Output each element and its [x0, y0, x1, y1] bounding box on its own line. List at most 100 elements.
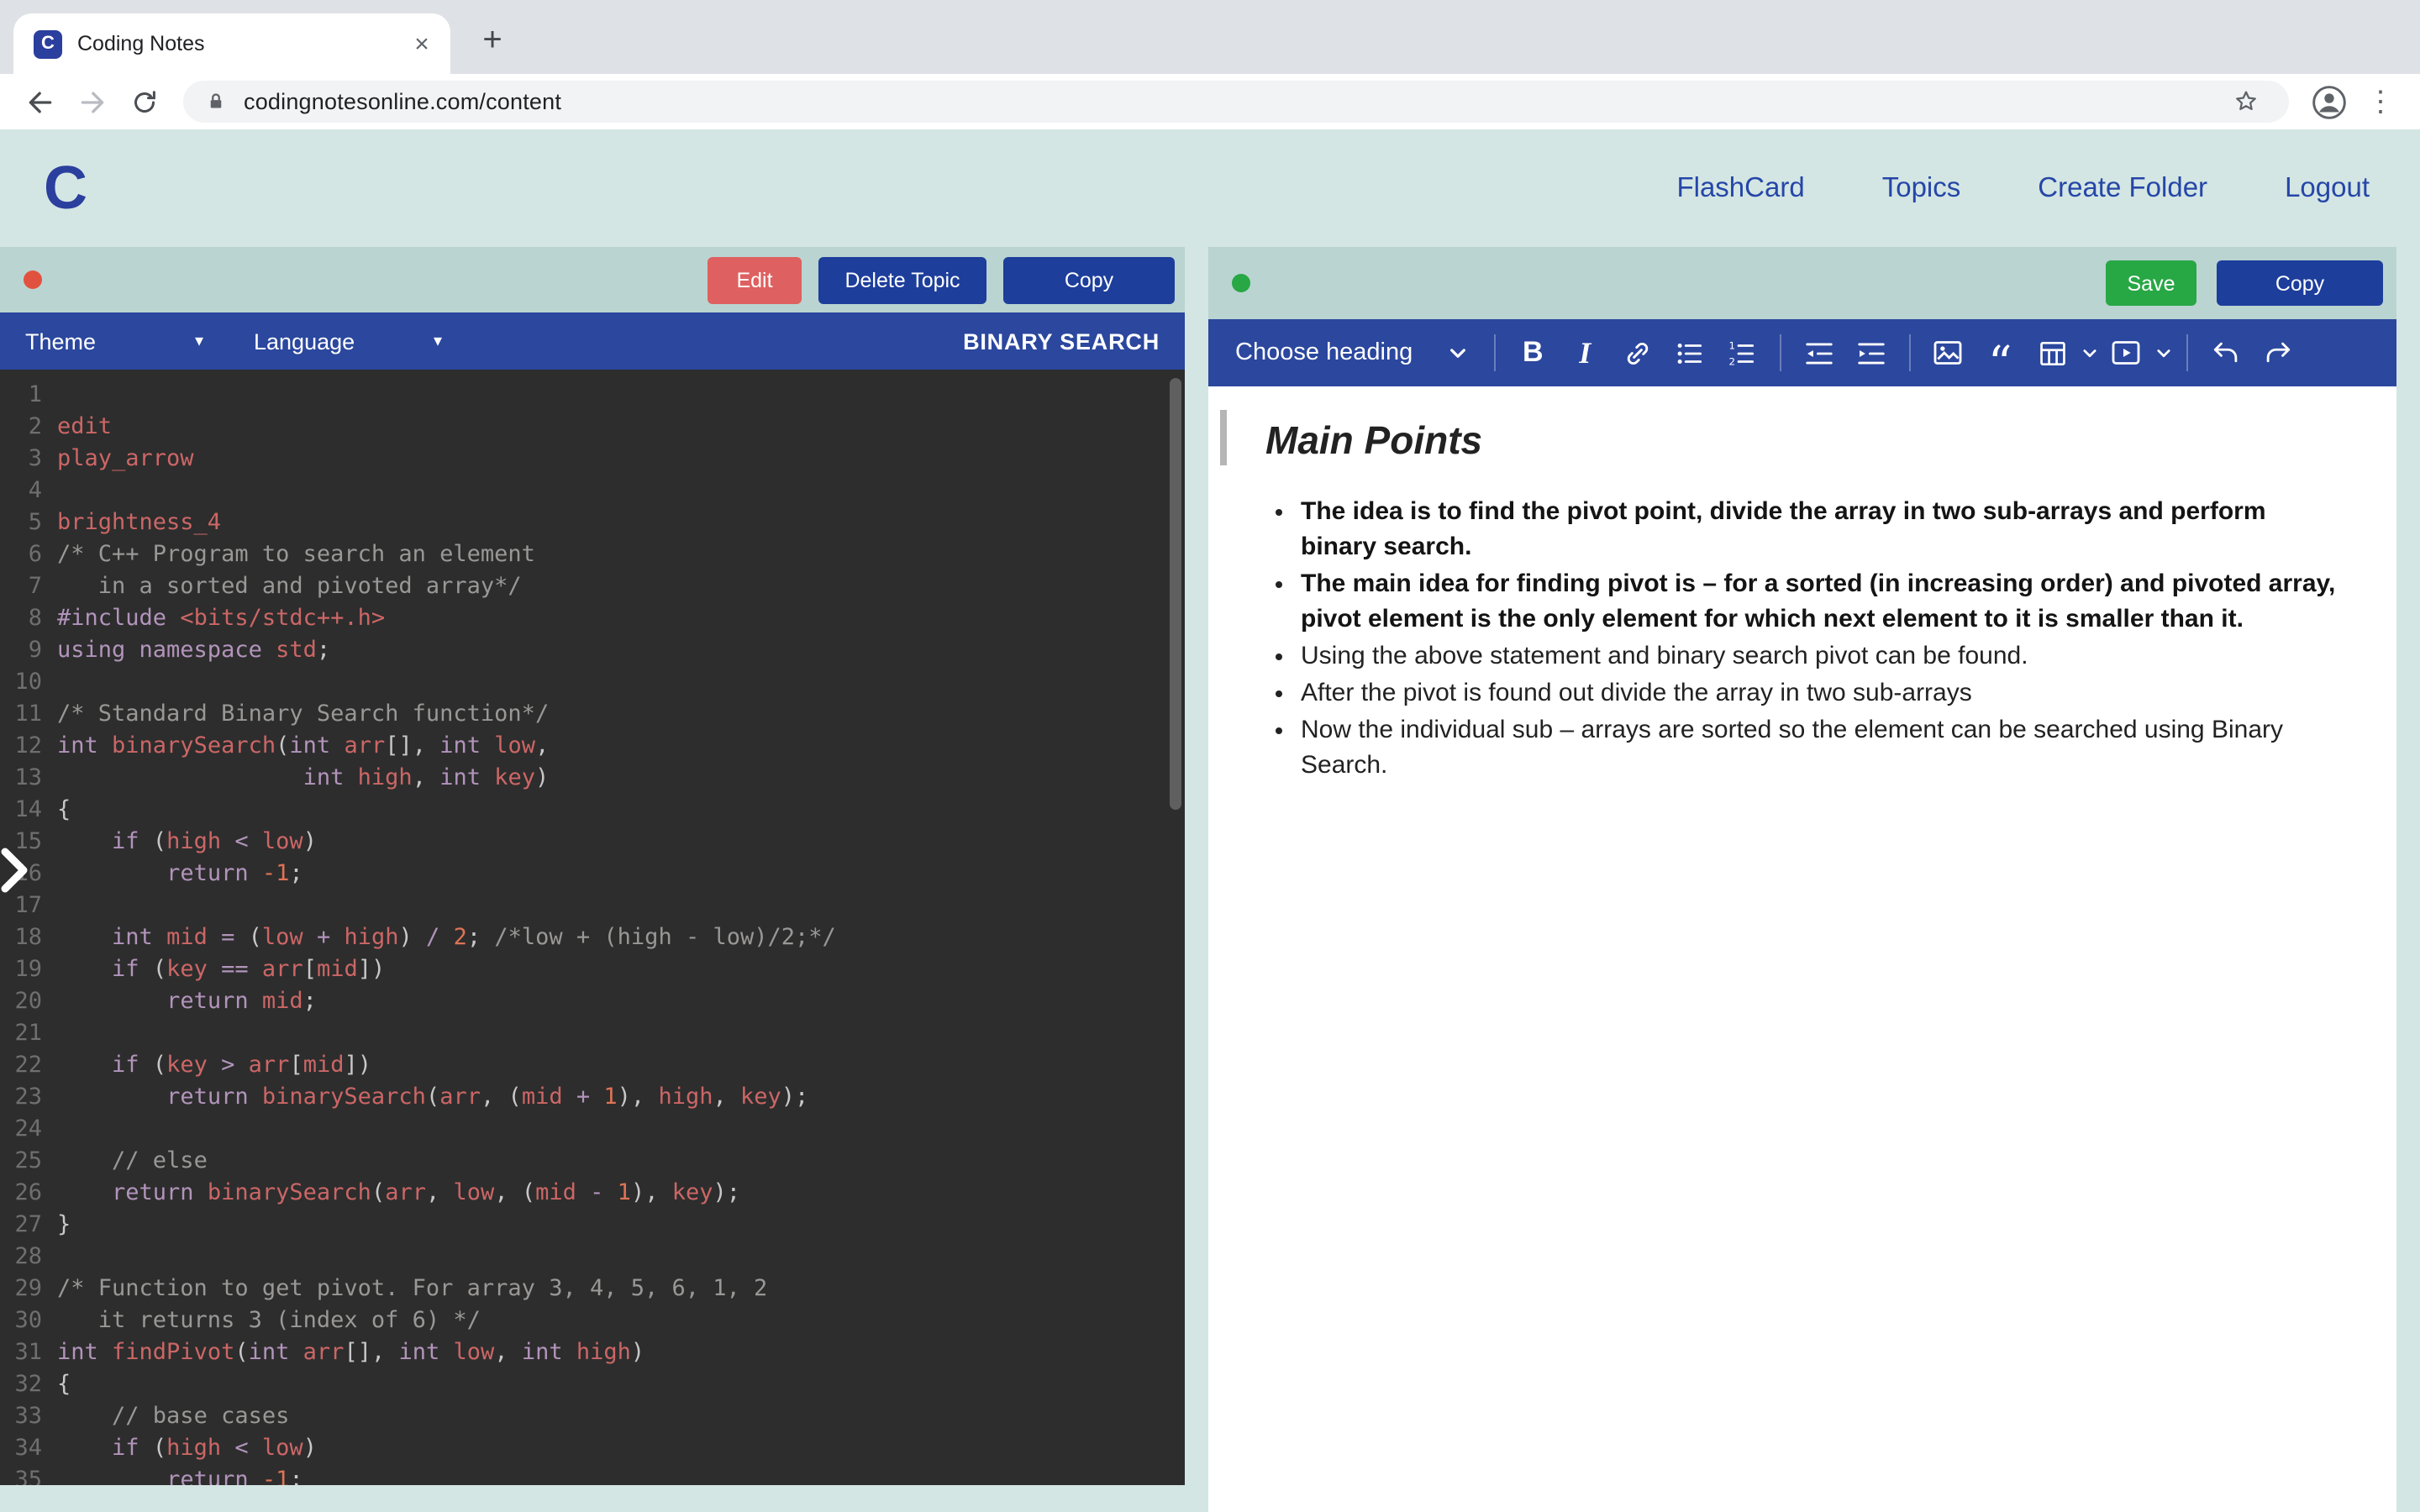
code-line: 18 int mid = (low + high) / 2; /*low + (…: [0, 922, 1185, 954]
code-status-dot: [24, 270, 42, 289]
code-line: 13 int high, int key): [0, 763, 1185, 795]
nav-topics[interactable]: Topics: [1882, 172, 1961, 204]
table-caret-icon[interactable]: [2078, 327, 2100, 379]
outdent-button[interactable]: [1792, 327, 1844, 379]
code-line: 7 in a sorted and pivoted array*/: [0, 571, 1185, 603]
back-icon[interactable]: [17, 79, 62, 124]
undo-button[interactable]: [2199, 327, 2251, 379]
code-lines: 12edit3play_arrow45brightness_46/* C++ P…: [0, 380, 1185, 1485]
link-button[interactable]: [1611, 327, 1663, 379]
code-editor[interactable]: 12edit3play_arrow45brightness_46/* C++ P…: [0, 370, 1185, 1485]
toolbar-separator: [1779, 334, 1781, 371]
bullet-item: After the pivot is found out divide the …: [1301, 675, 2346, 711]
indent-button[interactable]: [1844, 327, 1897, 379]
tab-close-icon[interactable]: ×: [407, 29, 437, 59]
app-logo[interactable]: C: [44, 153, 87, 223]
media-caret-icon[interactable]: [2152, 327, 2174, 379]
code-line: 31int findPivot(int arr[], int low, int …: [0, 1337, 1185, 1369]
bookmark-star-icon[interactable]: [2223, 79, 2269, 124]
code-line: 4: [0, 475, 1185, 507]
code-line: 34 if (high < low): [0, 1433, 1185, 1465]
theme-caret-icon: ▾: [195, 332, 203, 350]
theme-dropdown[interactable]: Theme ▾: [25, 328, 203, 354]
copy-notes-button[interactable]: Copy: [2217, 260, 2383, 306]
code-line: 10: [0, 667, 1185, 699]
code-line: 26 return binarySearch(arr, low, (mid - …: [0, 1178, 1185, 1210]
code-toolbar: Theme ▾ Language ▾ BINARY SEARCH: [0, 312, 1185, 370]
rich-text-toolbar: Choose heading B I 12: [1208, 319, 2396, 386]
heading-select[interactable]: Choose heading: [1225, 339, 1481, 366]
code-line: 2edit: [0, 412, 1185, 444]
forward-icon[interactable]: [69, 79, 114, 124]
code-line: 14{: [0, 795, 1185, 827]
url-text: codingnotesonline.com/content: [244, 89, 561, 114]
rich-text-editor[interactable]: Main Points The idea is to find the pivo…: [1208, 386, 2396, 1512]
code-line: 8#include <bits/stdc++.h>: [0, 603, 1185, 635]
blockquote-button[interactable]: “: [1974, 315, 2026, 391]
numbered-list-button[interactable]: 12: [1715, 327, 1767, 379]
lock-icon: [203, 89, 229, 114]
toolbar-separator: [1908, 334, 1910, 371]
top-navigation: FlashCard Topics Create Folder Logout: [1676, 172, 2370, 204]
code-line: 21: [0, 1018, 1185, 1050]
browser-menu-kebab-icon[interactable]: ⋮: [2358, 79, 2403, 124]
bold-button[interactable]: B: [1507, 327, 1559, 379]
code-line: 16 return -1;: [0, 858, 1185, 890]
code-panel-topbar: Edit Delete Topic Copy: [0, 247, 1185, 312]
toolbar-separator: [2186, 334, 2187, 371]
browser-window: C Coding Notes × + codingnotesonline.com…: [0, 0, 2420, 1512]
expand-chevron-icon[interactable]: [0, 845, 39, 895]
code-line: 27}: [0, 1210, 1185, 1242]
profile-avatar-icon[interactable]: [2306, 79, 2351, 124]
language-caret-icon: ▾: [434, 332, 442, 350]
bullet-item: Now the individual sub – arrays are sort…: [1301, 712, 2346, 783]
code-line: 1: [0, 380, 1185, 412]
tab-strip: C Coding Notes × +: [0, 0, 2420, 74]
code-line: 17: [0, 890, 1185, 922]
code-line: 12int binarySearch(int arr[], int low,: [0, 731, 1185, 763]
code-line: 24: [0, 1114, 1185, 1146]
italic-button[interactable]: I: [1559, 327, 1611, 379]
bulleted-list-button[interactable]: [1663, 327, 1715, 379]
code-line: 6/* C++ Program to search an element: [0, 539, 1185, 571]
insert-image-button[interactable]: [1922, 327, 1974, 379]
nav-create-folder[interactable]: Create Folder: [2038, 172, 2207, 204]
edit-button[interactable]: Edit: [708, 256, 802, 303]
doc-heading: Main Points: [1265, 413, 2346, 467]
main-content: Edit Delete Topic Copy Theme ▾ Language …: [0, 247, 2420, 1512]
code-line: 9using namespace std;: [0, 635, 1185, 667]
app-header: C FlashCard Topics Create Folder Logout: [0, 129, 2420, 247]
copy-code-button[interactable]: Copy: [1003, 256, 1175, 303]
url-bar[interactable]: codingnotesonline.com/content: [183, 81, 2289, 123]
insert-media-button[interactable]: [2100, 327, 2152, 379]
nav-logout[interactable]: Logout: [2285, 172, 2370, 204]
code-line: 35 return -1;: [0, 1465, 1185, 1485]
code-line: 23 return binarySearch(arr, (mid + 1), h…: [0, 1082, 1185, 1114]
nav-flashcard[interactable]: FlashCard: [1676, 172, 1804, 204]
insert-table-button[interactable]: [2026, 327, 2078, 379]
redo-button[interactable]: [2251, 327, 2303, 379]
reload-icon[interactable]: [121, 79, 166, 124]
notes-panel-topbar: Save Copy: [1208, 247, 2396, 319]
code-line: 28: [0, 1242, 1185, 1273]
code-scrollbar[interactable]: [1170, 378, 1181, 810]
code-line: 11/* Standard Binary Search function*/: [0, 699, 1185, 731]
browser-toolbar: codingnotesonline.com/content ⋮: [0, 74, 2420, 129]
new-tab-button[interactable]: +: [471, 18, 514, 62]
code-line: 22 if (key > arr[mid]): [0, 1050, 1185, 1082]
bullet-list: The idea is to find the pivot point, div…: [1265, 494, 2346, 783]
code-panel: Edit Delete Topic Copy Theme ▾ Language …: [0, 247, 1185, 1485]
save-button[interactable]: Save: [2106, 260, 2196, 306]
code-line: 15 if (high < low): [0, 827, 1185, 858]
toolbar-separator: [1493, 334, 1495, 371]
language-dropdown[interactable]: Language ▾: [254, 328, 442, 354]
browser-tab[interactable]: C Coding Notes ×: [13, 13, 450, 74]
code-line: 29/* Function to get pivot. For array 3,…: [0, 1273, 1185, 1305]
heading-block-indicator: [1220, 410, 1227, 465]
delete-topic-button[interactable]: Delete Topic: [818, 256, 986, 303]
code-line: 32{: [0, 1369, 1185, 1401]
notes-status-dot: [1232, 274, 1250, 292]
svg-text:1: 1: [1728, 339, 1735, 350]
bullet-item: Using the above statement and binary sea…: [1301, 638, 2346, 674]
code-line: 30 it returns 3 (index of 6) */: [0, 1305, 1185, 1337]
